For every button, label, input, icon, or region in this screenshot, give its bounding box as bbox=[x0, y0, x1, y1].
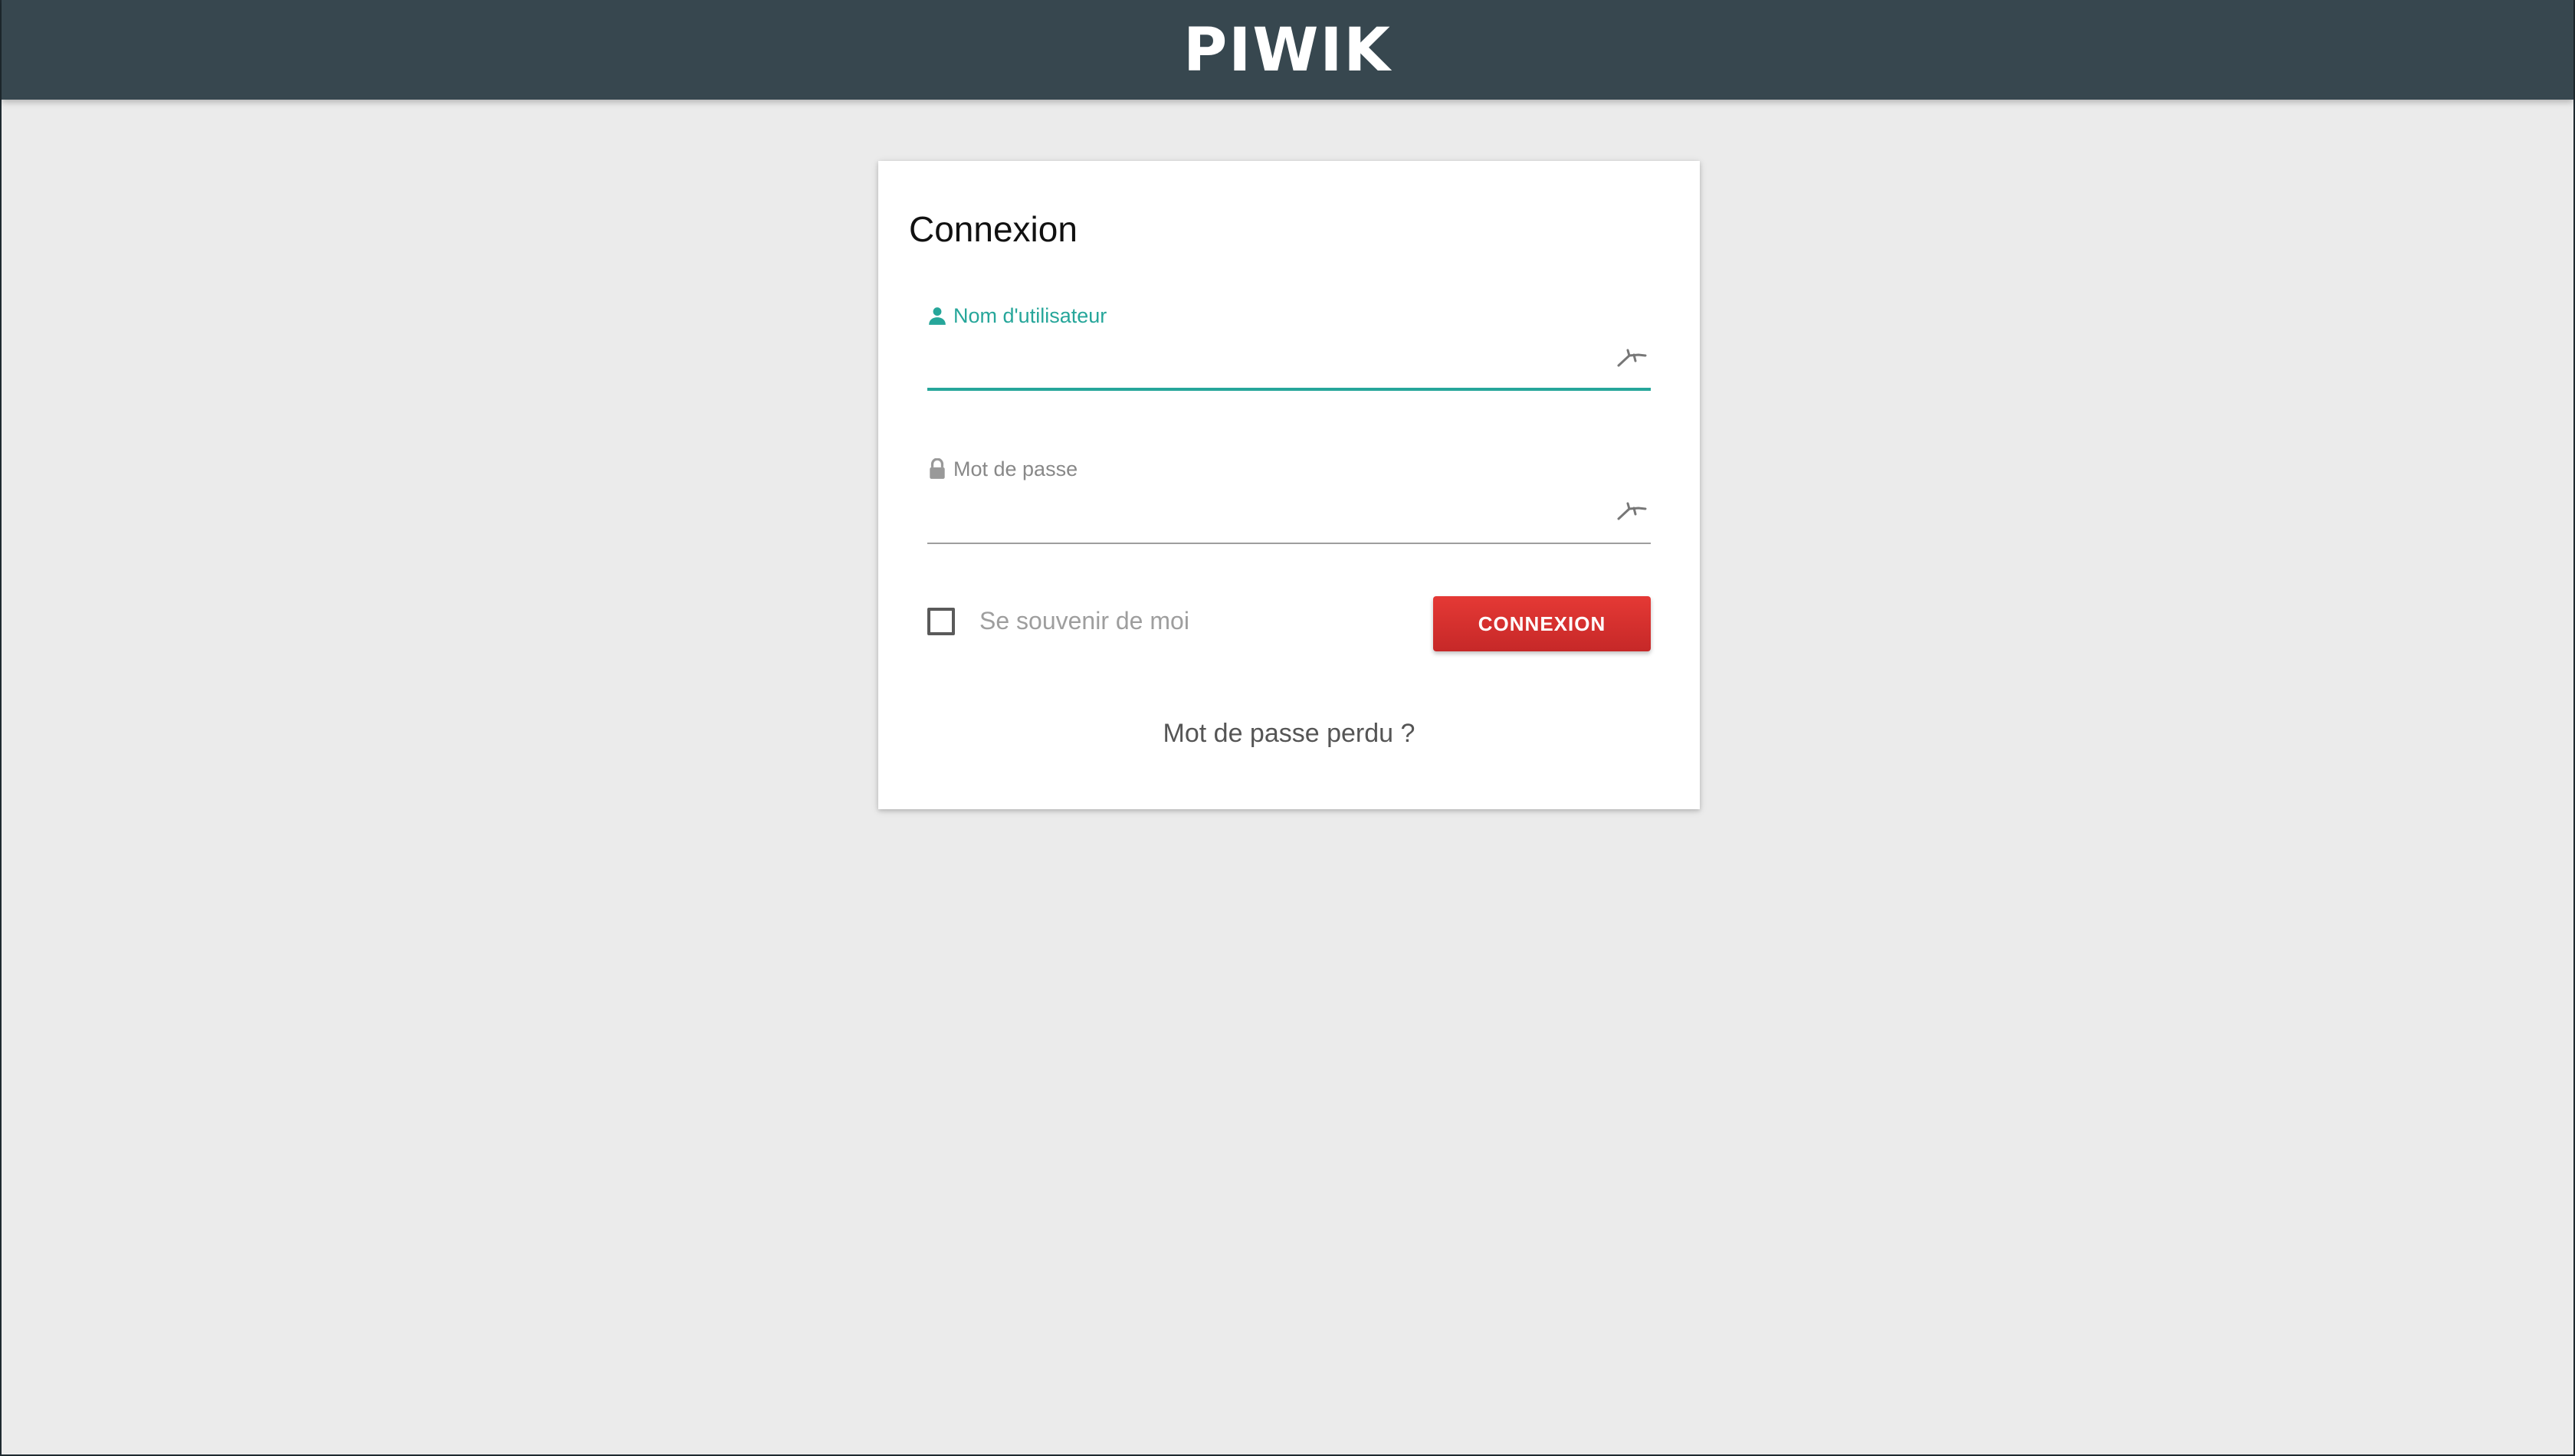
app-window: PIWIK Connexion Nom d'utilisateur Mot de… bbox=[0, 0, 2575, 1456]
password-field: Mot de passe bbox=[927, 449, 1651, 544]
lost-password-link[interactable]: Mot de passe perdu ? bbox=[878, 719, 1700, 749]
password-manager-icon[interactable] bbox=[1616, 500, 1648, 523]
username-label-text: Nom d'utilisateur bbox=[953, 303, 1107, 327]
username-underline bbox=[927, 388, 1651, 391]
password-input[interactable] bbox=[927, 494, 1651, 543]
password-underline bbox=[927, 543, 1651, 544]
top-header: PIWIK bbox=[2, 0, 2573, 100]
page-title: Connexion bbox=[909, 209, 1078, 249]
piwik-logo[interactable]: PIWIK bbox=[1183, 21, 1392, 80]
remember-me[interactable]: Se souvenir de moi bbox=[927, 607, 1189, 635]
login-button[interactable]: CONNEXION bbox=[1433, 596, 1651, 651]
remember-me-checkbox[interactable] bbox=[927, 607, 955, 635]
lock-icon bbox=[927, 458, 947, 480]
remember-me-label: Se souvenir de moi bbox=[979, 607, 1189, 635]
username-label: Nom d'utilisateur bbox=[927, 305, 1107, 326]
user-icon bbox=[927, 305, 947, 326]
password-manager-icon[interactable] bbox=[1616, 346, 1648, 369]
username-input[interactable] bbox=[927, 340, 1651, 389]
password-label: Mot de passe bbox=[927, 458, 1078, 480]
login-card: Connexion Nom d'utilisateur Mot de passe… bbox=[878, 161, 1700, 809]
username-field: Nom d'utilisateur bbox=[927, 296, 1651, 391]
password-label-text: Mot de passe bbox=[953, 457, 1078, 480]
